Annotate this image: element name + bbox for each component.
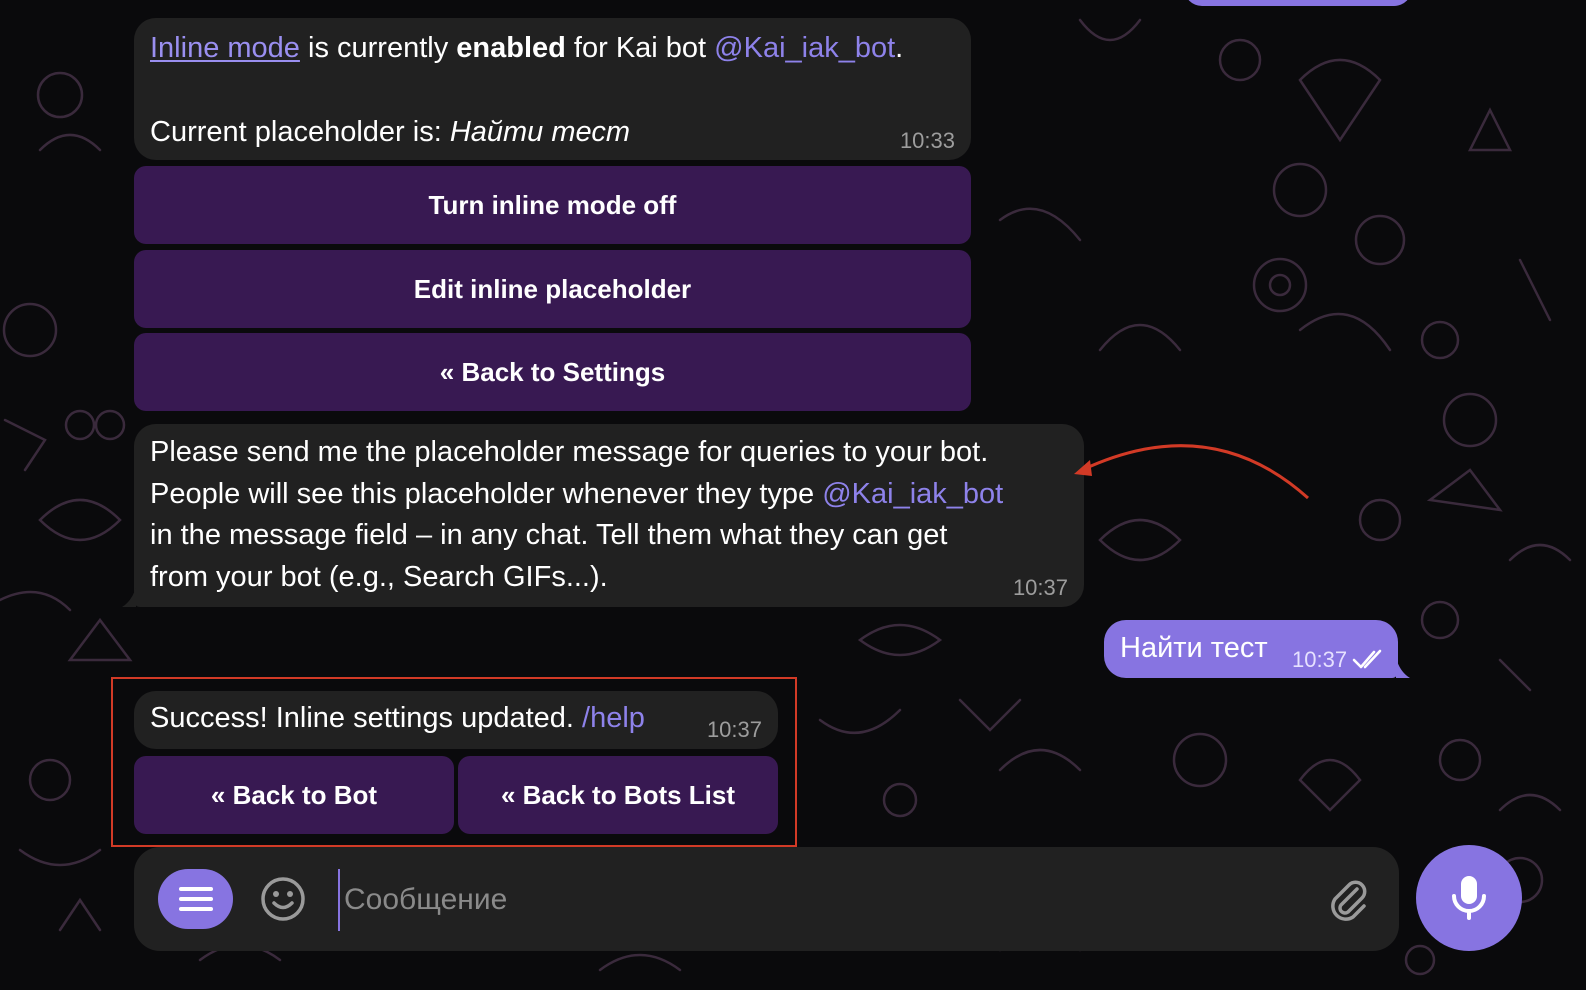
status-line: Inline mode is currently enabled for Kai… [150, 28, 955, 70]
status-text-2: for Kai bot [565, 32, 715, 64]
prompt-line-1: Please send me the placeholder message f… [150, 436, 989, 468]
outgoing-message: Найти тест 10:37 [1104, 620, 1410, 678]
status-text-1: is currently [299, 32, 457, 64]
help-command-link[interactable]: /help [582, 702, 645, 734]
button-label: Turn inline mode off [428, 189, 677, 220]
prompt-text: People will see this placeholder wheneve… [150, 477, 823, 510]
bubble-tail [1396, 658, 1410, 678]
prompt-line-2: People will see this placeholder wheneve… [150, 474, 1068, 516]
button-label: « Back to Bot [210, 779, 378, 810]
turn-inline-mode-off-button[interactable]: Turn inline mode off [134, 166, 971, 244]
double-check-icon [1352, 649, 1382, 669]
prompt-line-3: in the message field – in any chat. Tell… [150, 519, 948, 552]
paperclip-icon[interactable] [1324, 875, 1374, 925]
emoji-icon[interactable] [258, 874, 308, 924]
status-enabled: enabled [456, 32, 566, 64]
microphone-icon [1452, 876, 1486, 920]
back-to-bot-button[interactable]: « Back to Bot [134, 756, 454, 834]
button-label: Edit inline placeholder [413, 273, 692, 304]
bot-mention-link[interactable]: @Kai_iak_bot [714, 32, 895, 64]
inline-mode-status-message: Inline mode is currently enabled for Kai… [134, 18, 971, 160]
bubble-tail [122, 587, 136, 607]
status-period: . [895, 32, 904, 64]
message-composer [134, 847, 1399, 951]
edit-inline-placeholder-button[interactable]: Edit inline placeholder [134, 250, 971, 328]
message-time: 10:37 [1012, 575, 1068, 600]
inline-mode-link[interactable]: Inline mode [150, 32, 300, 64]
placeholder-prompt-message: Please send me the placeholder message f… [122, 424, 1084, 607]
placeholder-label: Current placeholder is: [150, 115, 450, 148]
success-text: Success! Inline settings updated. [150, 702, 583, 734]
message-time: 10:37 [1292, 647, 1348, 672]
placeholder-line: Current placeholder is: Найти тест [150, 112, 955, 154]
microphone-button[interactable] [1416, 845, 1522, 951]
button-label: « Back to Bots List [500, 779, 736, 810]
button-label: « Back to Settings [439, 356, 666, 387]
annotation-arrow [1074, 444, 1310, 500]
success-message: Success! Inline settings updated. /help … [134, 691, 778, 749]
message-input[interactable] [338, 869, 1316, 931]
chat-window: Inline mode is currently enabled for Kai… [0, 0, 1586, 990]
message-time: 10:33 [899, 128, 955, 153]
placeholder-value: Найти тест [449, 115, 630, 148]
bot-mention-link[interactable]: @Kai_iak_bot [822, 478, 1003, 510]
prompt-line-4: from your bot (e.g., Search GIFs...). [150, 560, 608, 593]
back-to-bots-list-button[interactable]: « Back to Bots List [458, 756, 778, 834]
outgoing-text: Найти тест [1120, 632, 1268, 664]
menu-icon [178, 887, 213, 911]
outgoing-bubble-partial [1184, 0, 1412, 6]
message-time: 10:37 [706, 717, 762, 742]
back-to-settings-button[interactable]: « Back to Settings [134, 333, 971, 411]
menu-button[interactable] [158, 869, 233, 929]
